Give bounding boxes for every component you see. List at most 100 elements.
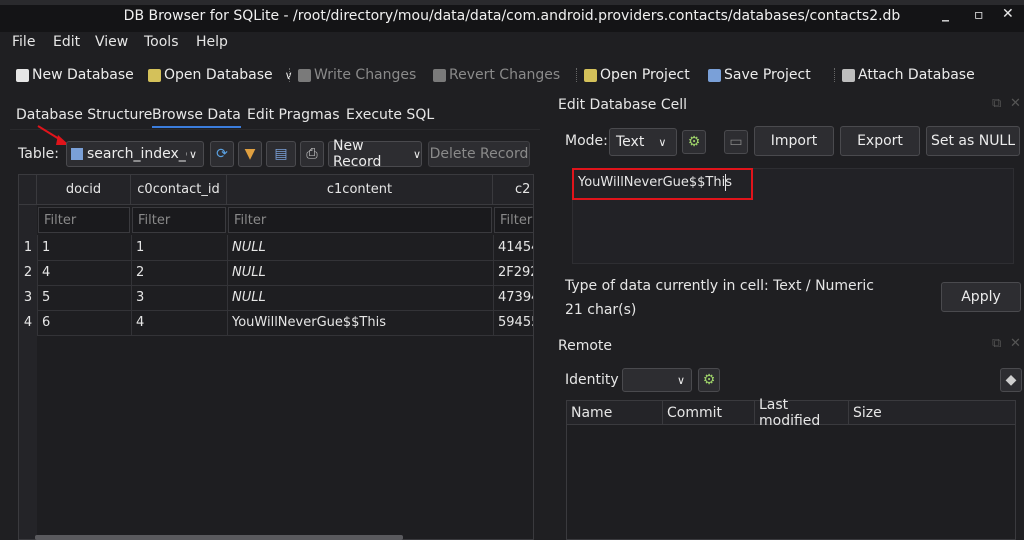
delete-record-button[interactable]: Delete Record: [428, 141, 530, 167]
filter-clear-icon: ▼: [244, 146, 256, 162]
column-header-commit[interactable]: Commit: [663, 401, 755, 425]
row-number[interactable]: 2: [19, 260, 37, 285]
menu-file[interactable]: File: [12, 34, 35, 50]
table-cell[interactable]: YouWillNeverGue$$This: [227, 310, 493, 335]
new-database-icon: [16, 68, 29, 82]
mode-label: Mode:: [565, 133, 608, 149]
tab-execute-sql[interactable]: Execute SQL: [346, 107, 434, 123]
refresh-button[interactable]: ⟳: [210, 141, 234, 167]
remote-list[interactable]: Name Commit Last modified Size: [566, 397, 1016, 540]
table-cell[interactable]: 3: [131, 285, 227, 310]
save-table-icon: ▤: [274, 146, 288, 162]
column-header-c2[interactable]: c2: [493, 175, 533, 205]
title-bar-strip: [0, 0, 1024, 5]
column-header-last-modified[interactable]: Last modified: [755, 397, 849, 429]
row-number[interactable]: 1: [19, 235, 37, 260]
tab-edit-pragmas[interactable]: Edit Pragmas: [247, 107, 340, 123]
filter-input-c1content[interactable]: Filter: [228, 207, 492, 233]
open-project-button[interactable]: Open Project: [584, 64, 690, 86]
save-project-button[interactable]: Save Project: [708, 64, 811, 86]
identity-select[interactable]: ∨: [622, 368, 692, 392]
table-cell[interactable]: NULL: [227, 235, 493, 260]
column-header-c0contact-id[interactable]: c0contact_id: [131, 175, 227, 205]
menu-edit[interactable]: Edit: [53, 34, 80, 50]
open-database-icon: [148, 68, 161, 82]
row-number[interactable]: 4: [19, 310, 37, 335]
menu-help[interactable]: Help: [196, 34, 228, 50]
table-cell[interactable]: 59455: [493, 310, 533, 335]
close-panel-icon[interactable]: ✕: [1010, 336, 1021, 351]
table-label: Table:: [18, 146, 59, 162]
menu-view[interactable]: View: [95, 34, 128, 50]
horizontal-scrollbar[interactable]: [35, 535, 403, 540]
print-icon: ⎙: [306, 146, 318, 162]
write-changes-button[interactable]: Write Changes: [298, 64, 416, 86]
window-title: DB Browser for SQLite - /root/directory/…: [123, 8, 901, 24]
table-cell[interactable]: 4: [37, 260, 131, 285]
row-number[interactable]: 3: [19, 285, 37, 310]
new-database-button[interactable]: New Database: [16, 64, 134, 86]
word-wrap-button[interactable]: ▭: [724, 130, 748, 154]
identity-settings-button[interactable]: ⚙: [698, 368, 720, 392]
filter-input-docid[interactable]: Filter: [38, 207, 130, 233]
title-bar: DB Browser for SQLite - /root/directory/…: [0, 0, 1024, 32]
toolbar-separator: [834, 68, 836, 82]
mode-select[interactable]: Text ∨: [609, 128, 677, 156]
close-panel-icon[interactable]: ✕: [1010, 96, 1021, 111]
clone-button[interactable]: ◆: [1000, 368, 1022, 392]
table-cell[interactable]: 47394: [493, 285, 533, 310]
cell-char-count: 21 char(s): [565, 302, 637, 318]
float-panel-icon[interactable]: ⧉: [992, 336, 1001, 351]
toolbar-separator: [576, 68, 578, 82]
data-grid[interactable]: docid c0contact_id c1content c2 Filter F…: [18, 174, 534, 540]
print-button[interactable]: ⎙: [300, 141, 324, 167]
edit-cell-title: Edit Database Cell: [558, 97, 687, 113]
float-panel-icon[interactable]: ⧉: [992, 96, 1001, 111]
table-cell[interactable]: NULL: [227, 285, 493, 310]
clear-filters-button[interactable]: ▼: [238, 141, 262, 167]
attach-database-label: Attach Database: [858, 67, 975, 83]
auto-switch-button[interactable]: ⚙: [682, 130, 706, 154]
save-table-button[interactable]: ▤: [266, 141, 296, 167]
filter-input-c0contact-id[interactable]: Filter: [132, 207, 226, 233]
open-project-label: Open Project: [600, 67, 690, 83]
table-cell[interactable]: 6: [37, 310, 131, 335]
set-null-button[interactable]: Set as NULL: [926, 126, 1020, 156]
column-header-c1content[interactable]: c1content: [227, 175, 493, 205]
table-cell[interactable]: 4: [131, 310, 227, 335]
filter-input-c2[interactable]: Filter: [494, 207, 533, 233]
toolbar-separator: [289, 68, 291, 82]
column-header-name[interactable]: Name: [567, 401, 663, 425]
attach-database-button[interactable]: Attach Database: [842, 64, 975, 86]
database-icon: ◆: [1005, 372, 1017, 388]
close-button[interactable]: ✕: [1002, 6, 1014, 22]
table-cell[interactable]: 1: [131, 235, 227, 260]
revert-changes-button[interactable]: Revert Changes: [433, 64, 560, 86]
column-header-docid[interactable]: docid: [37, 175, 131, 205]
revert-changes-icon: [433, 68, 446, 82]
corner-cell[interactable]: [19, 175, 37, 205]
import-button[interactable]: Import: [754, 126, 834, 156]
open-project-icon: [584, 68, 597, 82]
maximize-button[interactable]: ▫: [974, 7, 984, 23]
wrap-icon: ▭: [729, 134, 743, 150]
new-record-button[interactable]: New Record ∨: [328, 138, 422, 170]
minimize-button[interactable]: _: [942, 6, 949, 22]
apply-button[interactable]: Apply: [941, 282, 1021, 312]
attach-database-icon: [842, 68, 855, 82]
table-cell[interactable]: 2F292: [493, 260, 533, 285]
table-cell[interactable]: 2: [131, 260, 227, 285]
export-button[interactable]: Export: [840, 126, 920, 156]
table-cell[interactable]: 41454: [493, 235, 533, 260]
table-cell[interactable]: 5: [37, 285, 131, 310]
tab-browse-data[interactable]: Browse Data: [152, 107, 241, 128]
column-header-size[interactable]: Size: [849, 401, 1015, 425]
table-cell[interactable]: 1: [37, 235, 131, 260]
menu-tools[interactable]: Tools: [144, 34, 179, 50]
write-changes-label: Write Changes: [314, 67, 417, 83]
table-select[interactable]: search_index_c ∨: [66, 141, 204, 167]
table-cell[interactable]: NULL: [227, 260, 493, 285]
open-database-button[interactable]: Open Database ∨: [148, 64, 293, 86]
menu-bar: File Edit View Tools Help: [0, 32, 1024, 54]
tab-database-structure[interactable]: Database Structure: [16, 107, 152, 123]
